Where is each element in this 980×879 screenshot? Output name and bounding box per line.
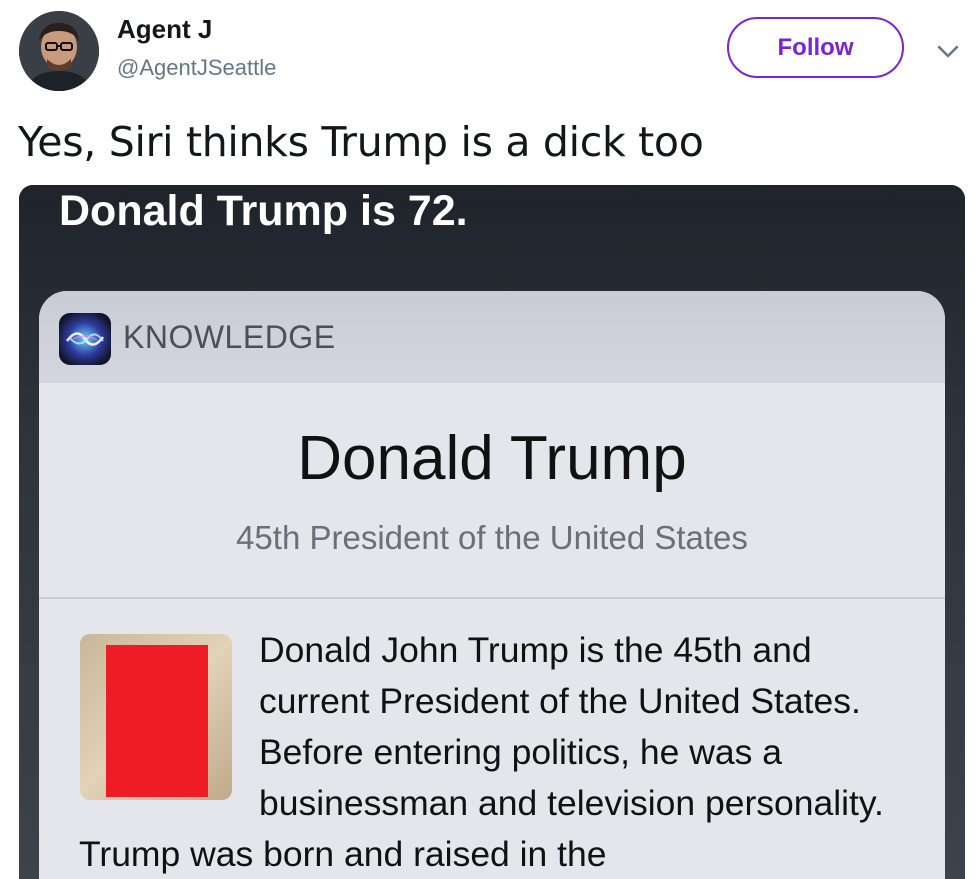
chevron-down-icon[interactable] [932,38,964,66]
divider [39,597,945,599]
author-handle[interactable]: @AgentJSeattle [117,55,276,81]
entity-name: Donald Trump [297,424,687,493]
entity-subtitle: 45th President of the United States [236,519,748,556]
tweet-text: Yes, Siri thinks Trump is a dick too [18,118,704,166]
section-label: KNOWLEDGE [123,319,336,355]
card-header: KNOWLEDGE [39,291,945,383]
follow-button[interactable]: Follow [727,17,904,78]
tweet-header: Agent J @AgentJSeattle Follow [0,0,980,100]
avatar[interactable] [19,11,99,91]
siri-icon [59,313,111,365]
author-name[interactable]: Agent J [117,14,212,45]
summary-spacer [79,625,259,825]
tweet-media[interactable]: Donald Trump is 72. KNOWLEDGE Donald Tru… [19,185,965,879]
siri-answer: Donald Trump is 72. [59,187,468,235]
entity-summary: Donald John Trump is the 45th and curren… [79,625,909,879]
avatar-photo-icon [19,11,99,91]
